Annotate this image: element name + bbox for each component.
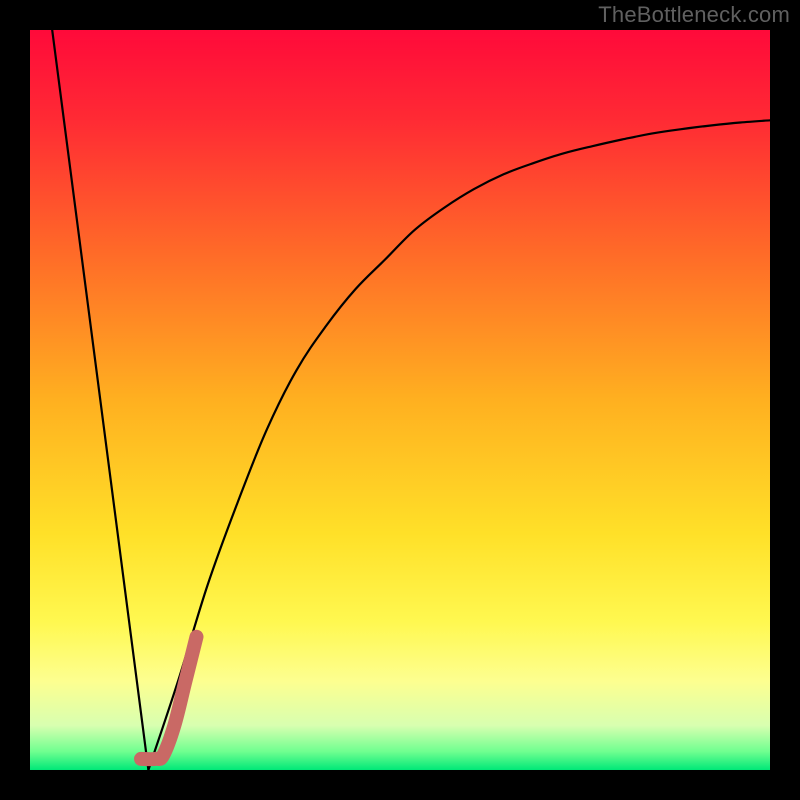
chart-svg bbox=[0, 0, 800, 800]
watermark-text: TheBottleneck.com bbox=[598, 2, 790, 28]
plot-background bbox=[30, 30, 770, 770]
chart-frame: TheBottleneck.com bbox=[0, 0, 800, 800]
